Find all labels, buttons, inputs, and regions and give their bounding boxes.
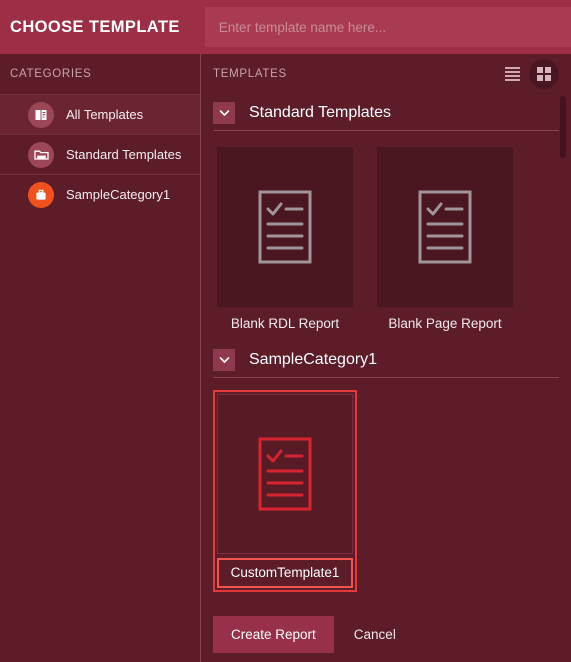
section-header-standard-templates: Standard Templates: [213, 94, 559, 130]
template-thumbnail: [377, 147, 513, 307]
list-view-glyph: [504, 67, 520, 81]
page-title: CHOOSE TEMPLATE: [10, 17, 180, 36]
template-thumbnail: [217, 394, 353, 554]
vertical-scrollbar[interactable]: [560, 94, 566, 606]
section-header-samplecategory1: SampleCategory1: [213, 341, 559, 377]
template-card-label: CustomTemplate1: [217, 558, 353, 588]
section-title: Standard Templates: [249, 104, 392, 121]
sidebar-item-label: Standard Templates: [66, 147, 182, 162]
sidebar-item-label: SampleCategory1: [66, 187, 171, 202]
template-card-blank-rdl-report[interactable]: Blank RDL Report: [213, 143, 357, 335]
dialog-header: CHOOSE TEMPLATE: [0, 0, 571, 54]
categories-sidebar: CATEGORIES All Templates Standard Templa…: [0, 54, 201, 662]
templates-scroll-area: Standard Templates Blank RDL Report Blan…: [201, 94, 571, 606]
grid-view-glyph: [537, 67, 551, 81]
templates-panel: TEMPLATES Standard Templates Blank RDL R…: [201, 54, 571, 662]
categories-list: All Templates Standard Templates SampleC…: [0, 94, 200, 214]
report-document-icon: [28, 101, 54, 128]
templates-header: TEMPLATES: [201, 54, 571, 94]
sidebar-item-label: All Templates: [66, 107, 144, 122]
template-card-row: Blank RDL Report Blank Page Report: [213, 143, 559, 341]
folder-icon: [28, 141, 54, 168]
report-document-icon: [258, 190, 312, 264]
sidebar-item-samplecategory1[interactable]: SampleCategory1: [0, 174, 200, 214]
briefcase-icon: [28, 181, 54, 208]
choose-template-dialog: CHOOSE TEMPLATE CATEGORIES: [0, 0, 571, 662]
sidebar-item-all-templates[interactable]: All Templates: [0, 94, 200, 134]
template-card-customtemplate1[interactable]: CustomTemplate1: [213, 390, 357, 592]
chevron-down-icon[interactable]: [213, 102, 235, 124]
list-view-icon[interactable]: [501, 63, 523, 85]
categories-header: CATEGORIES: [10, 68, 92, 80]
search-container: [204, 7, 571, 47]
report-document-icon: [418, 190, 472, 264]
section-title: SampleCategory1: [249, 351, 378, 368]
template-card-label: Blank Page Report: [388, 316, 502, 331]
template-card-label: Blank RDL Report: [230, 316, 340, 331]
chevron-down-icon[interactable]: [213, 349, 235, 371]
scrollbar-thumb[interactable]: [560, 96, 566, 158]
dialog-body: CATEGORIES All Templates Standard Templa…: [0, 54, 571, 662]
section-divider: [213, 130, 559, 131]
section-divider: [213, 377, 559, 378]
dialog-footer: Create Report Cancel: [201, 606, 571, 662]
cancel-button[interactable]: Cancel: [344, 616, 406, 653]
sidebar-item-standard-templates[interactable]: Standard Templates: [0, 134, 200, 174]
search-input[interactable]: [204, 7, 571, 47]
template-thumbnail: [217, 147, 353, 307]
template-card-row: CustomTemplate1: [213, 390, 559, 598]
report-document-icon: [258, 437, 312, 511]
create-report-button[interactable]: Create Report: [213, 615, 334, 653]
template-card-blank-page-report[interactable]: Blank Page Report: [373, 143, 517, 335]
grid-view-icon[interactable]: [529, 59, 559, 89]
templates-header-label: TEMPLATES: [213, 68, 287, 80]
